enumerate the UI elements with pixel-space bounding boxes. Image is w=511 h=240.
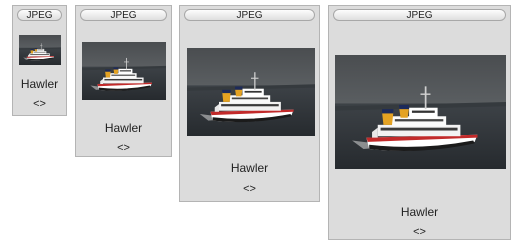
navigation-arrows[interactable]: <> <box>180 183 319 195</box>
jpeg-preview-card-medium: JPEG Hawler <> <box>75 5 172 157</box>
ferry-photo-thumbnail[interactable] <box>335 55 506 169</box>
ferry-photo-icon <box>82 42 166 100</box>
jpeg-preview-card-large: JPEG Hawler <> <box>179 5 320 202</box>
file-type-button[interactable]: JPEG <box>184 9 315 21</box>
image-title: Hawler <box>104 121 143 135</box>
ferry-photo-icon <box>335 55 506 169</box>
file-type-button[interactable]: JPEG <box>333 9 506 21</box>
navigation-arrows[interactable]: <> <box>329 226 510 238</box>
ferry-photo-thumbnail[interactable] <box>82 42 166 100</box>
jpeg-preview-card-xlarge: JPEG Hawler <> <box>328 5 511 240</box>
jpeg-preview-card-small: JPEG Hawler <> <box>12 5 67 116</box>
ferry-photo-icon <box>187 48 315 136</box>
ferry-photo-thumbnail[interactable] <box>187 48 315 136</box>
ferry-photo-thumbnail[interactable] <box>19 35 61 65</box>
navigation-arrows[interactable]: <> <box>13 98 66 110</box>
ferry-photo-icon <box>19 35 61 65</box>
file-type-button[interactable]: JPEG <box>17 9 62 21</box>
navigation-arrows[interactable]: <> <box>76 142 171 154</box>
file-type-button[interactable]: JPEG <box>80 9 167 21</box>
image-title: Hawler <box>230 161 269 175</box>
image-title: Hawler <box>20 77 59 91</box>
image-title: Hawler <box>400 205 439 219</box>
